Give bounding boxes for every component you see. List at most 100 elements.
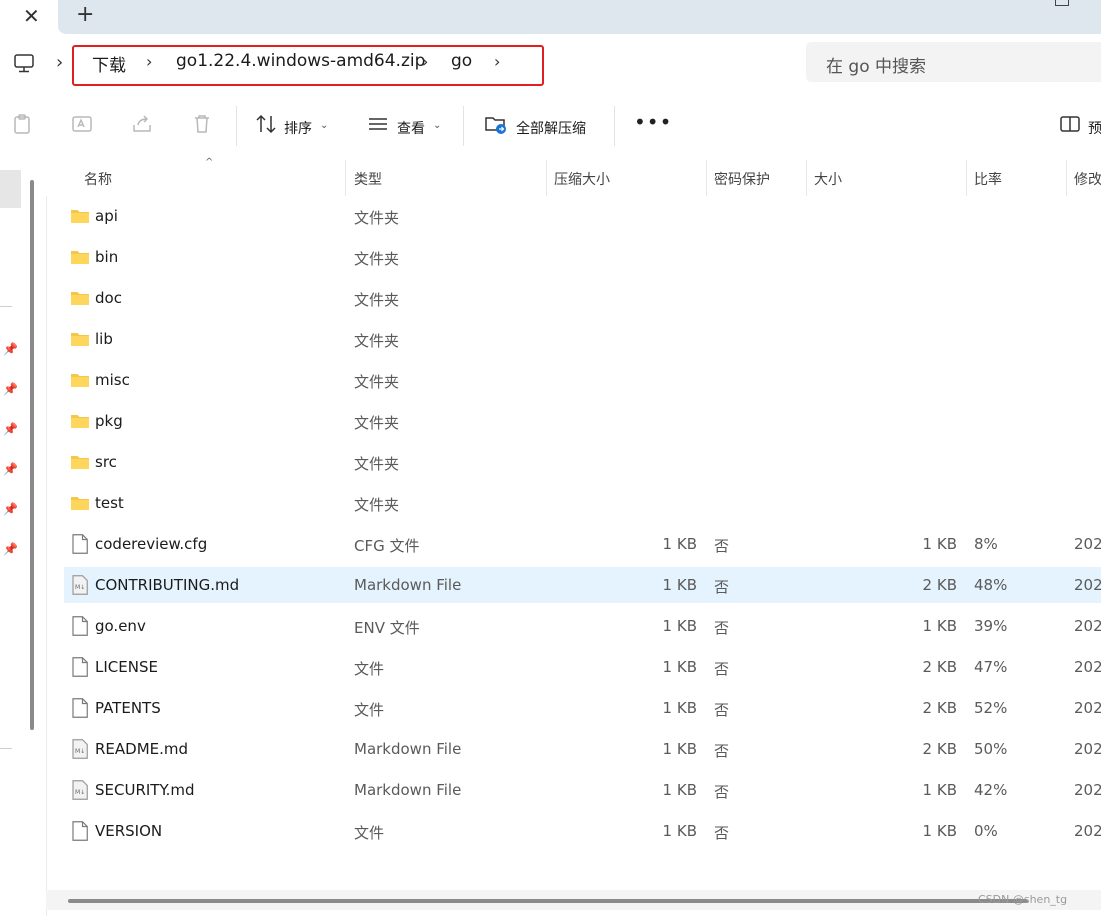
file-size: 2 KB — [922, 658, 957, 676]
file-name: README.md — [95, 740, 189, 758]
column-divider — [706, 160, 707, 196]
column-modified[interactable]: 修改 — [1074, 169, 1101, 189]
column-password[interactable]: 密码保护 — [714, 169, 770, 189]
compressed-size: 1 KB — [662, 576, 697, 594]
svg-text:M↓: M↓ — [75, 789, 85, 796]
folder-row[interactable]: lib 文件夹 — [64, 321, 1101, 357]
pin-icon[interactable]: 📌 — [3, 502, 18, 516]
markdown-file-icon: M↓ — [72, 780, 88, 800]
file-row[interactable]: M↓ README.md Markdown File 1 KB 否 2 KB 50% 202 — [64, 731, 1101, 767]
more-options-icon[interactable]: ••• — [634, 110, 672, 134]
chevron-right-icon[interactable]: › — [56, 52, 63, 73]
chevron-down-icon[interactable]: ⌄ — [433, 120, 441, 131]
password-protected: 否 — [714, 537, 730, 555]
pin-icon[interactable]: 📌 — [3, 422, 18, 436]
file-row[interactable]: PATENTS 文件 1 KB 否 2 KB 52% 202 — [64, 690, 1101, 726]
horizontal-scrollbar[interactable] — [46, 890, 1101, 910]
address-bar: › 下载 › go1.22.4.windows-amd64.zip › go ›… — [0, 34, 1101, 92]
scrollbar-thumb[interactable] — [68, 899, 1028, 903]
file-row[interactable]: LICENSE 文件 1 KB 否 2 KB 47% 202 — [64, 649, 1101, 685]
preview-button-label[interactable]: 预 — [1088, 118, 1101, 138]
file-row[interactable]: codereview.cfg CFG 文件 1 KB 否 1 KB 8% 202 — [64, 526, 1101, 562]
new-tab-button[interactable]: + — [76, 2, 94, 27]
breadcrumb-go[interactable]: go — [451, 51, 472, 71]
chevron-down-icon[interactable]: ⌄ — [320, 120, 328, 131]
column-ratio[interactable]: 比率 — [974, 169, 1002, 189]
breadcrumb-zip[interactable]: go1.22.4.windows-amd64.zip — [176, 51, 425, 71]
folder-row[interactable]: pkg 文件夹 — [64, 403, 1101, 439]
folder-row[interactable]: test 文件夹 — [64, 485, 1101, 521]
computer-icon[interactable] — [14, 51, 34, 75]
pin-icon[interactable]: 📌 — [3, 382, 18, 396]
file-name: PATENTS — [95, 699, 161, 717]
file-type: 文件夹 — [354, 291, 400, 309]
pin-icon[interactable]: 📌 — [3, 342, 18, 356]
file-name: misc — [95, 371, 130, 389]
preview-pane-icon[interactable] — [1058, 112, 1082, 136]
folder-icon — [71, 497, 89, 510]
nav-divider — [0, 748, 12, 749]
folder-row[interactable]: src 文件夹 — [64, 444, 1101, 480]
chevron-right-icon[interactable]: › — [146, 52, 152, 71]
folder-row[interactable]: api 文件夹 — [64, 198, 1101, 234]
file-icon — [72, 534, 88, 554]
folder-icon — [71, 456, 89, 469]
folder-row[interactable]: misc 文件夹 — [64, 362, 1101, 398]
file-row[interactable]: go.env ENV 文件 1 KB 否 1 KB 39% 202 — [64, 608, 1101, 644]
share-icon[interactable] — [130, 112, 154, 136]
file-name: go.env — [95, 617, 146, 635]
view-icon[interactable] — [366, 112, 390, 136]
extract-all-icon[interactable] — [484, 112, 508, 136]
modified-date: 202 — [1074, 535, 1101, 553]
chevron-right-icon[interactable]: › — [494, 52, 500, 71]
file-type: 文件夹 — [354, 209, 400, 227]
breadcrumb-downloads[interactable]: 下载 — [92, 51, 126, 76]
folder-row[interactable]: bin 文件夹 — [64, 239, 1101, 275]
nav-selected-item[interactable] — [0, 170, 21, 208]
file-row[interactable]: M↓ CONTRIBUTING.md Markdown File 1 KB 否 2 KB 4… — [64, 567, 1101, 603]
maximize-icon[interactable] — [1055, 0, 1069, 6]
view-button-label[interactable]: 查看 — [397, 118, 425, 138]
file-size: 1 KB — [922, 535, 957, 553]
column-name[interactable]: 名称 — [84, 169, 112, 189]
chevron-right-icon[interactable]: › — [422, 52, 428, 71]
close-tab-icon[interactable]: ✕ — [23, 4, 40, 28]
column-divider — [345, 160, 346, 196]
compressed-size: 1 KB — [662, 740, 697, 758]
sort-icon[interactable] — [254, 112, 278, 136]
file-size: 2 KB — [922, 576, 957, 594]
sort-ascending-icon: ^ — [205, 157, 214, 168]
file-name: test — [95, 494, 124, 512]
password-protected: 否 — [714, 619, 730, 637]
password-protected: 否 — [714, 824, 730, 842]
pin-icon[interactable]: 📌 — [3, 542, 18, 556]
toolbar-divider — [614, 106, 615, 146]
file-row[interactable]: M↓ SECURITY.md Markdown File 1 KB 否 1 KB 42% 20… — [64, 772, 1101, 808]
rename-icon[interactable] — [70, 112, 94, 136]
column-size[interactable]: 大小 — [814, 169, 842, 189]
file-type: Markdown File — [354, 740, 462, 758]
extract-all-button-label[interactable]: 全部解压缩 — [516, 118, 586, 138]
modified-date: 202 — [1074, 658, 1101, 676]
file-row[interactable]: VERSION 文件 1 KB 否 1 KB 0% 202 — [64, 813, 1101, 849]
compression-ratio: 50% — [974, 740, 1008, 758]
file-type: 文件夹 — [354, 496, 400, 514]
sort-button-label[interactable]: 排序 — [284, 118, 312, 138]
svg-text:M↓: M↓ — [75, 748, 85, 755]
pin-icon[interactable]: 📌 — [3, 462, 18, 476]
paste-icon[interactable] — [10, 112, 34, 136]
folder-icon — [71, 374, 89, 387]
column-compressed-size[interactable]: 压缩大小 — [554, 169, 610, 189]
folder-row[interactable]: doc 文件夹 — [64, 280, 1101, 316]
column-type[interactable]: 类型 — [354, 169, 382, 189]
compressed-size: 1 KB — [662, 658, 697, 676]
file-size: 1 KB — [922, 822, 957, 840]
active-tab[interactable]: ✕ — [0, 0, 58, 34]
file-name: CONTRIBUTING.md — [95, 576, 240, 594]
svg-text:M↓: M↓ — [75, 584, 85, 591]
search-box[interactable]: 在 go 中搜索 — [806, 42, 1101, 82]
delete-icon[interactable] — [190, 112, 214, 136]
toolbar-divider — [463, 106, 464, 146]
nav-scrollbar[interactable] — [30, 180, 34, 730]
compression-ratio: 52% — [974, 699, 1008, 717]
